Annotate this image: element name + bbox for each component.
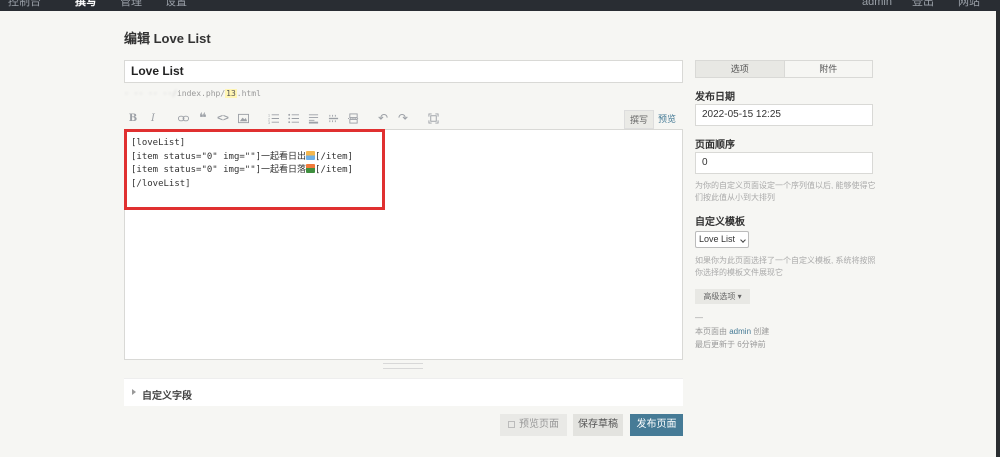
ordered-list-icon[interactable]: 123 [266,111,280,125]
template-label: 自定义模板 [695,217,745,228]
tab-preview[interactable]: 预览 [658,112,676,125]
template-select[interactable]: Love List [695,231,749,248]
permalink-slug[interactable]: 13 [225,89,237,98]
svg-text:3: 3 [268,121,270,124]
custom-fields-label: 自定义字段 [142,391,192,402]
nav-manage[interactable]: 管理 [120,0,142,9]
page-title: 编辑 Love List [124,31,211,46]
unordered-list-icon[interactable] [286,111,300,125]
page-order-input[interactable]: 0 [695,152,873,174]
more-icon[interactable] [346,111,360,125]
tab-options[interactable]: 选项 [696,61,785,77]
nav-dashboard[interactable]: 控制台 [8,0,41,9]
permalink-path: index.php/ [176,89,226,98]
nav-site[interactable]: 网站 [958,0,980,9]
chevron-down-icon [740,237,746,243]
save-draft-button[interactable]: 保存草稿 [573,414,623,436]
page-order-description: 为你的自定义页面设定一个序列值以后, 能够使得它们按此值从小到大排列 [695,181,876,202]
fullscreen-icon[interactable] [426,111,440,125]
undo-icon[interactable]: ↶ [376,111,390,125]
meta-divider: — [695,313,703,322]
editor-resize-handle[interactable] [383,363,423,369]
title-input[interactable]: Love List [124,60,683,83]
page-order-label: 页面顺序 [695,140,735,151]
tab-write[interactable]: 撰写 [624,110,655,129]
advanced-options-button[interactable]: 高级选项 ▾ [695,289,750,304]
publish-page-button[interactable]: 发布页面 [630,414,683,436]
last-updated: 最后更新于 6分钟前 [695,340,766,349]
top-navbar: 控制台 撰写 管理 设置 admin 登出 网站 [0,0,1000,11]
preview-icon [508,421,515,428]
bold-icon[interactable]: B [126,111,140,125]
italic-icon[interactable]: I [146,111,160,125]
redo-icon[interactable]: ↷ [396,111,410,125]
permalink-suffix: .html [236,89,261,98]
nav-settings[interactable]: 设置 [165,0,187,9]
nav-logout[interactable]: 登出 [912,0,934,9]
nav-user[interactable]: admin [862,0,892,9]
right-edge-bar [996,11,1000,457]
template-description: 如果你为此页面选择了一个自定义模板, 系统将按照你选择的模板文件展现它 [695,256,876,277]
editor-toolbar: B I ❝ <> 123 ↶ ↷ 撰写 预览 [124,109,683,129]
sidebar-tabs: 选项 附件 [695,60,873,78]
custom-fields-toggle[interactable]: 自定义字段 [124,378,683,406]
quote-icon[interactable]: ❝ [196,110,210,125]
preview-page-button[interactable]: 预览页面 [500,414,567,436]
author-link[interactable]: admin [729,327,751,336]
horizontal-rule-icon[interactable] [326,111,340,125]
publish-date-input[interactable]: 2022-05-15 12:25 [695,104,873,126]
nav-write[interactable]: 撰写 [75,0,97,9]
highlight-annotation-box [124,129,385,210]
code-icon[interactable]: <> [216,111,230,125]
image-icon[interactable] [236,111,250,125]
permalink-host: · ·· ·· ··/ [124,89,177,98]
caret-right-icon [132,389,136,395]
link-icon[interactable] [176,111,190,125]
publish-date-label: 发布日期 [695,92,735,103]
permalink: · ·· ·· ··/index.php/13.html [124,89,261,98]
tab-attachments[interactable]: 附件 [785,61,873,77]
created-by: 本页面由 admin 创建 [695,327,770,336]
heading-icon[interactable] [306,111,320,125]
